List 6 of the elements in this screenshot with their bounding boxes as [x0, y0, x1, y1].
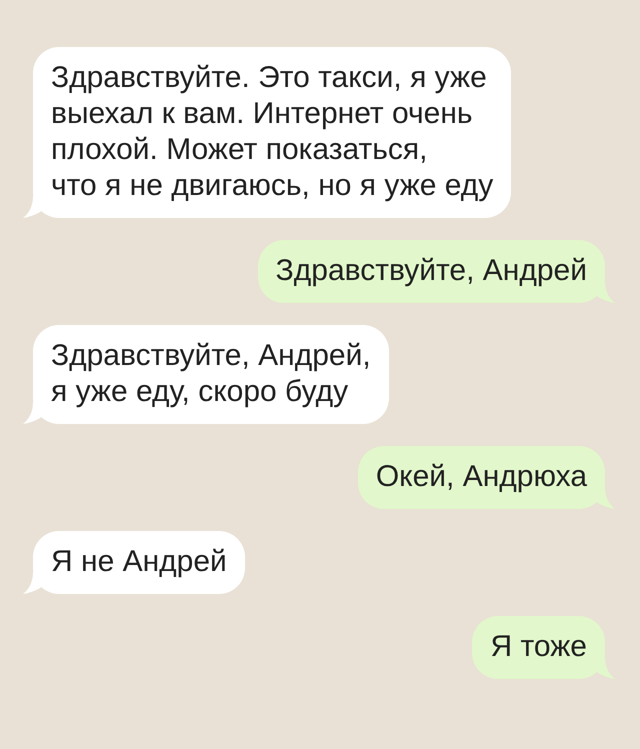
message-text: Я не Андрей: [51, 545, 227, 578]
message-text: Здравствуйте. Это такси, я уже выехал к вам. Интернет очень плохой. Может показаться, что я не двигаюсь, но я уже еду: [51, 61, 494, 202]
message-text: Здравствуйте, Андрей, я уже еду, скоро буду: [51, 339, 371, 408]
message-text: Окей, Андрюха: [376, 460, 587, 493]
message-text: Я тоже: [490, 630, 587, 663]
message-text: Здравствуйте, Андрей: [276, 254, 587, 287]
